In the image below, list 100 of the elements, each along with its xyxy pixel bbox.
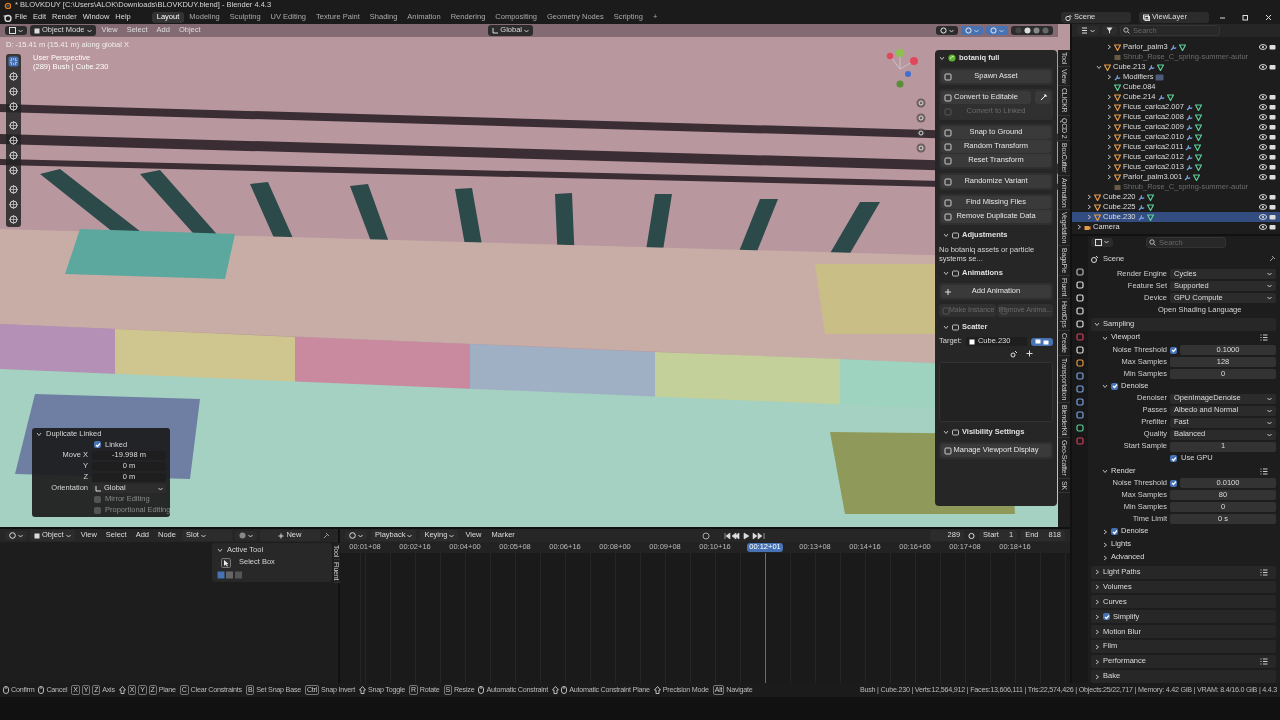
chevron-icon[interactable] [1102, 468, 1108, 474]
presets-icon[interactable] [1260, 467, 1268, 475]
chevron-icon[interactable] [1106, 174, 1112, 180]
checkbox[interactable] [94, 506, 101, 514]
eye-icon[interactable] [1259, 164, 1267, 170]
chevron-icon[interactable] [1094, 658, 1100, 665]
restore-icon[interactable] [1242, 14, 1249, 21]
checkbox[interactable] [1103, 613, 1110, 621]
eye-icon[interactable] [1259, 214, 1267, 220]
chevron-icon[interactable] [1106, 124, 1112, 130]
botaniq-logo-icon [948, 54, 956, 62]
chevron-icon[interactable] [1076, 224, 1082, 230]
gizmo-button[interactable] [961, 26, 983, 35]
eye-icon[interactable] [1259, 64, 1267, 70]
eye-icon[interactable] [1259, 144, 1267, 150]
eye-icon[interactable] [1259, 114, 1267, 120]
material-browse-button[interactable] [234, 531, 257, 540]
caret-icon [247, 533, 253, 538]
eye-icon[interactable] [1259, 194, 1267, 200]
overlay-button[interactable] [936, 26, 958, 35]
pin-icon[interactable] [322, 532, 330, 539]
chevron-icon[interactable] [939, 55, 945, 61]
eye-icon[interactable] [1259, 204, 1267, 210]
plus-icon[interactable] [1026, 350, 1033, 357]
chevron-icon[interactable] [1086, 214, 1092, 220]
chevron-icon[interactable] [1094, 643, 1100, 650]
checkbox[interactable] [1170, 455, 1177, 463]
chevron-icon[interactable] [1106, 134, 1112, 140]
display-mode-button[interactable] [1077, 26, 1099, 35]
chevron-icon[interactable] [1094, 584, 1100, 590]
checkbox[interactable] [1170, 479, 1177, 487]
pin-icon[interactable] [1269, 255, 1276, 263]
close-icon[interactable] [1265, 14, 1272, 21]
filter-button[interactable] [1102, 26, 1117, 35]
chevron-icon[interactable] [1106, 164, 1112, 170]
chevron-icon[interactable] [1106, 104, 1112, 110]
eye-icon[interactable] [1259, 224, 1267, 230]
chevron-icon[interactable] [943, 429, 949, 435]
eye-icon[interactable] [1259, 44, 1267, 50]
playhead-line[interactable] [764, 553, 766, 683]
checkbox[interactable] [1111, 382, 1118, 390]
scatter-icon[interactable] [1010, 350, 1018, 358]
checkbox[interactable] [1111, 528, 1118, 536]
presets-icon[interactable] [1260, 568, 1268, 576]
chevron-icon[interactable] [1106, 94, 1112, 100]
minimize-icon[interactable] [1219, 14, 1226, 21]
chevron-icon[interactable] [1102, 541, 1108, 548]
search-icon [1123, 27, 1130, 34]
chevron-icon[interactable] [1094, 613, 1100, 620]
modifier-badge-icon [1155, 73, 1165, 81]
chevron-icon[interactable] [1086, 194, 1092, 200]
editor-type-button[interactable] [5, 26, 27, 35]
chevron-icon[interactable] [1086, 204, 1092, 210]
editor-type-button[interactable] [345, 531, 367, 540]
eye-icon[interactable] [1259, 134, 1267, 140]
editor-type-button[interactable] [1091, 237, 1113, 247]
checkbox[interactable] [94, 441, 101, 449]
chevron-icon[interactable] [1094, 569, 1100, 576]
selection-mode-icons[interactable] [217, 570, 243, 579]
chevron-icon[interactable] [1094, 628, 1100, 635]
chevron-icon[interactable] [1106, 74, 1112, 80]
eye-icon[interactable] [1259, 124, 1267, 130]
record-button-icon[interactable] [701, 531, 710, 540]
toggle-button[interactable] [1035, 91, 1051, 104]
eye-icon[interactable] [1259, 94, 1267, 100]
xray-button[interactable] [986, 26, 1008, 35]
cursor-icon[interactable] [8, 71, 19, 82]
checkbox[interactable] [1170, 346, 1177, 354]
presets-icon[interactable] [1260, 334, 1268, 342]
chevron-icon[interactable] [943, 324, 949, 330]
chevron-icon[interactable] [1106, 44, 1112, 50]
checkbox[interactable] [94, 496, 101, 504]
chevron-icon[interactable] [1094, 321, 1100, 328]
blender-logo-icon[interactable] [3, 13, 12, 22]
chevron-icon[interactable] [1096, 64, 1102, 70]
chevron-icon[interactable] [1106, 154, 1112, 160]
chevron-icon[interactable] [217, 547, 223, 554]
chevron-icon[interactable] [943, 270, 949, 276]
shading-buttons[interactable] [1011, 26, 1053, 35]
chevron-icon[interactable] [1102, 334, 1108, 341]
presets-icon[interactable] [1260, 658, 1268, 666]
tool-icon[interactable] [1076, 268, 1084, 276]
editor-type-button[interactable] [5, 531, 27, 540]
eye-icon[interactable] [1259, 104, 1267, 110]
properties-icon [1095, 238, 1102, 246]
chevron-icon[interactable] [1106, 144, 1112, 150]
chevron-icon[interactable] [1106, 114, 1112, 120]
chevron-icon[interactable] [1094, 673, 1100, 680]
caret-icon [65, 533, 71, 538]
visibility-buttons[interactable] [1031, 337, 1053, 346]
chevron-icon[interactable] [36, 431, 42, 438]
chevron-icon[interactable] [1102, 383, 1108, 390]
chevron-icon[interactable] [1102, 554, 1108, 561]
stopwatch-icon[interactable] [968, 532, 976, 539]
eye-icon[interactable] [1259, 154, 1267, 160]
eye-icon[interactable] [1259, 174, 1267, 180]
chevron-icon[interactable] [943, 232, 949, 238]
chevron-icon[interactable] [1102, 528, 1108, 535]
chevron-icon[interactable] [1094, 598, 1100, 605]
select-box-icon[interactable] [8, 56, 19, 67]
